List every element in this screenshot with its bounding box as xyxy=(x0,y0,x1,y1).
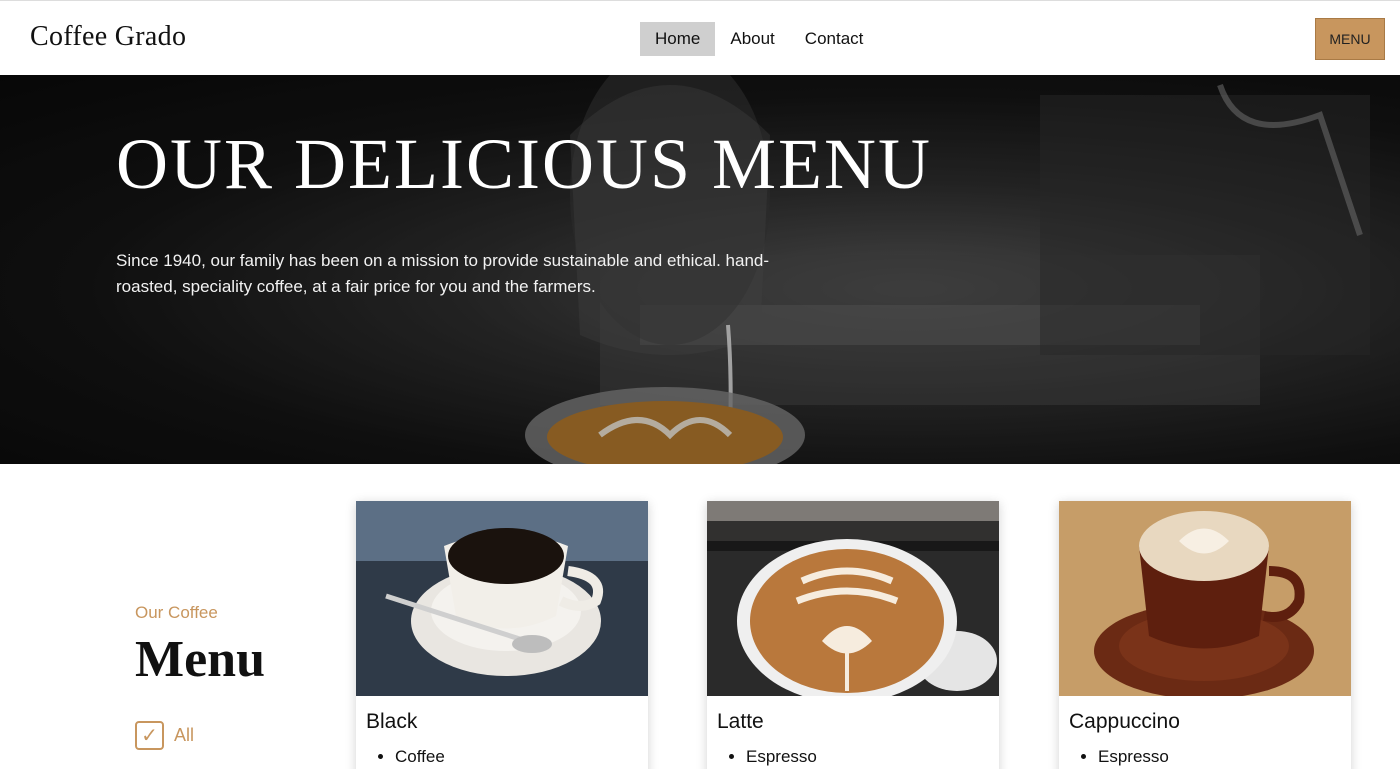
hero-banner: OUR DELICIOUS MENU Since 1940, our famil… xyxy=(0,75,1400,464)
card-image xyxy=(356,501,648,696)
nav-about[interactable]: About xyxy=(715,22,789,56)
nav-contact[interactable]: Contact xyxy=(790,22,879,56)
black-coffee-image xyxy=(356,501,648,696)
ingredient-item: Espresso xyxy=(746,747,817,767)
menu-card-latte[interactable]: Latte Espresso xyxy=(707,501,999,769)
menu-card-cappuccino[interactable]: Cappuccino Espresso xyxy=(1059,501,1351,769)
card-image xyxy=(707,501,999,696)
nav-home[interactable]: Home xyxy=(640,22,716,56)
site-header: Coffee Grado Home About Contact MENU xyxy=(0,0,1400,75)
menu-button[interactable]: MENU xyxy=(1315,18,1385,60)
section-kicker: Our Coffee xyxy=(135,603,218,622)
card-title: Latte xyxy=(717,710,764,733)
card-image xyxy=(1059,501,1351,696)
card-title: Cappuccino xyxy=(1069,710,1180,733)
menu-card-black[interactable]: Black Coffee xyxy=(356,501,648,769)
card-ingredients: Coffee xyxy=(395,747,445,769)
filter-label: All xyxy=(174,725,195,745)
hero-description: Since 1940, our family has been on a mis… xyxy=(116,251,770,296)
filter-all[interactable]: ✓ All xyxy=(135,721,194,750)
card-ingredients: Espresso xyxy=(746,747,817,769)
check-icon: ✓ xyxy=(141,725,158,747)
filter-checkbox[interactable]: ✓ xyxy=(135,721,164,750)
hero-title: OUR DELICIOUS MENU xyxy=(116,124,932,204)
cappuccino-image xyxy=(1059,501,1351,696)
site-logo[interactable]: Coffee Grado xyxy=(30,21,186,53)
card-ingredients: Espresso xyxy=(1098,747,1169,769)
section-title: Menu xyxy=(135,631,265,688)
ingredient-item: Coffee xyxy=(395,747,445,767)
latte-image xyxy=(707,501,999,696)
ingredient-item: Espresso xyxy=(1098,747,1169,767)
card-title: Black xyxy=(366,710,418,733)
main-nav: Home About Contact xyxy=(640,22,878,56)
